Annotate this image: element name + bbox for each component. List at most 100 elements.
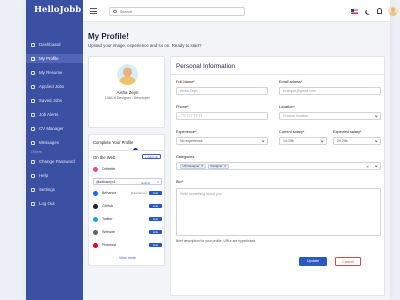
sidebar-item-label: Help [39, 173, 49, 178]
profile-role: UI&UX Designer / Developer [105, 96, 150, 100]
menu-icon[interactable] [90, 8, 97, 14]
web-row-dribbble: Dribbble [93, 165, 162, 173]
link-button[interactable]: Link [149, 242, 162, 248]
cancel-button[interactable]: Cancel [335, 257, 361, 266]
location-select[interactable]: Choose location [279, 112, 381, 120]
notification-bell-icon[interactable] [377, 8, 382, 14]
app-window: HelloJobb Dashboard My Profile My Resume… [26, 0, 398, 300]
bio-label: Bio* [176, 180, 183, 184]
web-link-input-value: @aishazeyn1 [96, 179, 116, 184]
categories-label: Categories [176, 155, 195, 159]
web-row-twitter: Twitter Link [93, 215, 162, 223]
language-flag-icon[interactable] [351, 9, 358, 14]
search-input[interactable] [119, 9, 230, 14]
chevron-down-icon [261, 139, 265, 144]
lock-icon [31, 159, 35, 164]
on-the-web-card: On the Web + Add link Dribbble @aishazey… [88, 150, 165, 266]
background: HelloJobb Dashboard My Profile My Resume… [0, 0, 400, 300]
sidebar-item-job-alerts[interactable]: Job Alerts [26, 110, 83, 119]
email-field[interactable]: example@gmail.com [279, 87, 381, 95]
cancel-link-icon[interactable]: ✕ [157, 180, 159, 184]
profile-avatar[interactable] [117, 64, 138, 85]
categories-select[interactable]: UX Designer ✕ Designer ✕ ✕ [176, 162, 381, 170]
current-salary-value: 10-15k [283, 139, 294, 143]
sidebar-item-label: My Profile [39, 56, 59, 61]
divider [171, 74, 386, 75]
web-label: Pinterest [102, 243, 117, 247]
document-icon [31, 70, 35, 75]
email-label: Email adress* [279, 80, 303, 84]
category-chip[interactable]: UX Designer ✕ [180, 163, 207, 169]
bio-textarea[interactable]: Write something about you [176, 188, 381, 236]
sidebar: HelloJobb Dashboard My Profile My Resume… [26, 0, 83, 300]
phone-placeholder: 777 777 77 77 [180, 114, 203, 118]
view-more-link[interactable]: View more [89, 256, 166, 260]
sidebar-item-label: Change Password [39, 159, 75, 164]
phone-field[interactable]: 777 777 77 77 [176, 112, 268, 120]
personal-information-title: Personal Information [176, 63, 235, 70]
full-name-field[interactable]: Aisha Zeyn [176, 87, 268, 95]
twitter-icon [93, 216, 98, 222]
chevron-down-icon [374, 139, 378, 144]
sidebar-item-label: Saved Jobs [39, 98, 62, 103]
experience-select[interactable]: No experience [176, 137, 268, 145]
globe-icon [93, 229, 98, 235]
chevron-down-icon [374, 114, 378, 119]
bio-hint: Brief description for your profile. URLs… [176, 239, 257, 243]
web-link-input[interactable]: @aishazeyn1 Submit ✕ [93, 178, 162, 185]
sidebar-item-my-profile[interactable]: My Profile [26, 54, 83, 63]
sidebar-item-label: My Resume [39, 70, 63, 75]
bell-icon [31, 112, 35, 117]
dark-mode-icon[interactable] [367, 9, 373, 15]
expected-salary-select[interactable]: 20-25k [333, 137, 381, 145]
sidebar-item-messages[interactable]: Messages [26, 138, 83, 147]
link-button[interactable]: Link [149, 203, 162, 209]
add-link-button[interactable]: + Add link [142, 154, 161, 159]
sidebar-item-my-resume[interactable]: My Resume [26, 68, 83, 77]
sidebar-item-label: CV Manager [39, 126, 64, 131]
link-button[interactable]: Link [149, 216, 162, 222]
update-button[interactable]: Update [299, 257, 327, 266]
current-salary-select[interactable]: 10-15k [279, 137, 327, 145]
user-avatar[interactable] [388, 6, 398, 16]
sidebar-item-help[interactable]: Help [26, 171, 83, 180]
sidebar-item-cv-manager[interactable]: CV Manager [26, 124, 83, 133]
web-row-github: GitHub Link [93, 202, 162, 210]
help-icon [31, 173, 35, 178]
sidebar-item-label: Job Alerts [39, 112, 59, 117]
top-bar [83, 0, 398, 22]
briefcase-icon [31, 84, 35, 89]
pinterest-icon [93, 242, 98, 248]
page-subtitle: Upload your image, experience and so on.… [88, 43, 202, 48]
link-button[interactable]: Link [149, 229, 162, 235]
submit-link-button[interactable]: Submit [141, 181, 150, 185]
sidebar-item-applied-jobs[interactable]: Applied Jobs [26, 82, 83, 91]
clear-all-icon[interactable]: ✕ [366, 165, 369, 169]
remove-chip-icon[interactable]: ✕ [224, 164, 227, 168]
remove-chip-icon[interactable]: ✕ [201, 164, 204, 168]
user-icon [31, 56, 35, 61]
sidebar-item-change-password[interactable]: Change Password [26, 157, 83, 166]
sidebar-item-settings[interactable]: Settings [26, 185, 83, 194]
gear-icon [31, 187, 35, 192]
category-chip[interactable]: Designer ✕ [208, 163, 230, 169]
sidebar-item-saved-jobs[interactable]: Saved Jobs [26, 96, 83, 105]
expected-salary-label: Expected salary* [333, 130, 362, 134]
sidebar-item-label: Messages [39, 140, 60, 145]
sidebar-item-log-out[interactable]: Log Out [26, 199, 83, 208]
chevron-down-icon [320, 139, 324, 144]
github-icon [93, 203, 98, 209]
sidebar-item-label: Log Out [39, 201, 55, 206]
sidebar-item-dashboard[interactable]: Dashboard [26, 40, 83, 49]
brand-logo[interactable]: HelloJobb [34, 5, 81, 15]
profile-card: Aisha Zeyn UI&UX Designer / Developer [88, 56, 165, 128]
web-handle: @behance1 [130, 191, 147, 195]
sidebar-item-label: Dashboard [39, 42, 61, 47]
web-label: GitHub [102, 204, 114, 208]
sidebar-section-label: Others [31, 150, 42, 154]
link-button[interactable]: Link [149, 190, 162, 196]
logout-icon [31, 201, 35, 206]
web-row-website: Website Link [93, 228, 162, 236]
web-label: Website [102, 230, 115, 234]
experience-label: Experience* [176, 130, 197, 134]
